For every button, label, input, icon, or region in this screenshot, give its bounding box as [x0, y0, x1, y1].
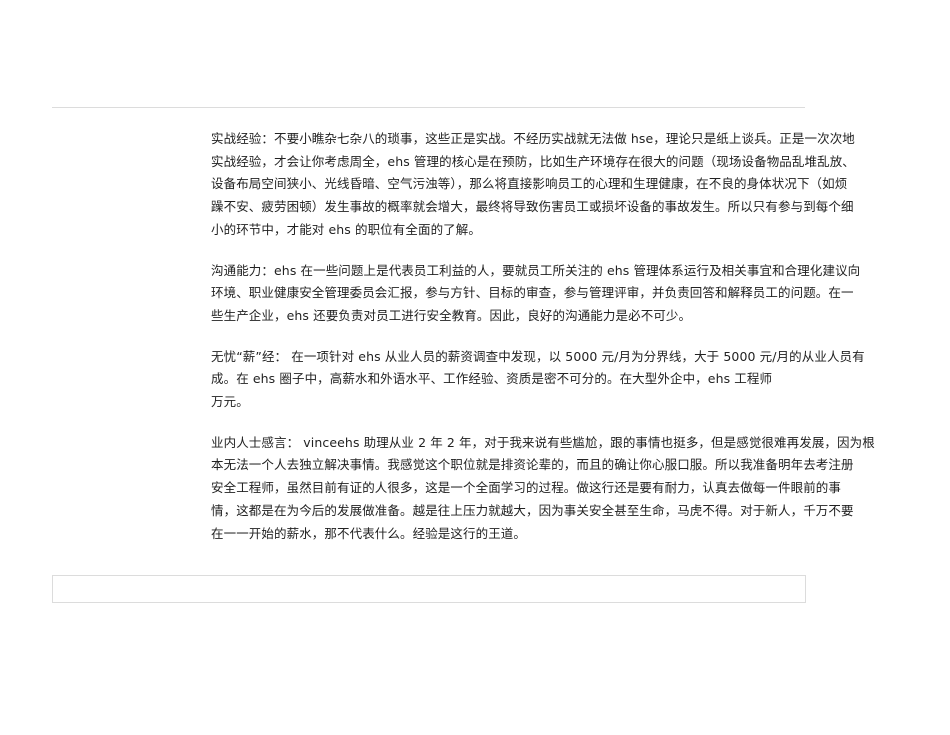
article-body: 实战经验：不要小瞧杂七杂八的琐事，这些正是实战。不经历实战就无法做 hse，理论…	[211, 128, 875, 563]
paragraph-line: 些生产企业，ehs 还要负责对员工进行安全教育。因此，良好的沟通能力是必不可少。	[211, 307, 692, 323]
paragraph-line: 小的环节中，才能对 ehs 的职位有全面的了解。	[211, 221, 481, 237]
paragraph-line: 安全工程师，虽然目前有证的人很多，这是一个全面学习的过程。做这行还是要有耐力，认…	[211, 480, 842, 496]
paragraph-line: 沟通能力：ehs 在一些问题上是代表员工利益的人，要就员工所关注的 ehs 管理…	[211, 262, 861, 278]
paragraph-line: 万元。	[211, 394, 249, 410]
paragraph-line: 躁不安、疲劳困顿）发生事故的概率就会增大，最终将导致伤害员工或损坏设备的事故发生…	[211, 199, 854, 215]
paragraph-insider-comment: 业内人士感言： vinceehs 助理从业 2 年 2 年，对于我来说有些尴尬，…	[211, 432, 875, 546]
paragraph-salary-insight: 无忧“薪”经： 在一项针对 ehs 从业人员的薪资调查中发现，以 5000 元/…	[211, 346, 865, 414]
paragraph-line: 成。在 ehs 圈子中，高薪水和外语水平、工作经验、资质是密不可分的。在大型外企…	[211, 371, 773, 387]
paragraph-communication-skills: 沟通能力：ehs 在一些问题上是代表员工利益的人，要就员工所关注的 ehs 管理…	[211, 260, 861, 328]
paragraph-line: 本无法一个人去独立解决事情。我感觉这个职位就是排资论辈的，而且的确让你心服口服。…	[211, 457, 854, 473]
paragraph-line: 情，这都是在为今后的发展做准备。越是往上压力就越大，因为事关安全甚至生命，马虎不…	[211, 502, 854, 518]
paragraph-line: 无忧“薪”经： 在一项针对 ehs 从业人员的薪资调查中发现，以 5000 元/…	[211, 348, 865, 364]
paragraph-line: 设备布局空间狭小、光线昏暗、空气污浊等），那么将直接影响员工的心理和生理健康，在…	[211, 176, 848, 192]
paragraph-line: 环境、职业健康安全管理委员会汇报，参与方针、目标的审查，参与管理评审，并负责回答…	[211, 285, 854, 301]
paragraph-line: 在一一开始的薪水，那不代表什么。经验是这行的王道。	[211, 525, 527, 541]
top-divider	[52, 107, 805, 108]
paragraph-line: 业内人士感言： vinceehs 助理从业 2 年 2 年，对于我来说有些尴尬，…	[211, 434, 875, 450]
empty-bottom-panel	[52, 575, 806, 603]
paragraph-line: 实战经验，才会让你考虑周全，ehs 管理的核心是在预防，比如生产环境存在很大的问…	[211, 153, 855, 169]
paragraph-line: 实战经验：不要小瞧杂七杂八的琐事，这些正是实战。不经历实战就无法做 hse，理论…	[211, 131, 855, 146]
paragraph-practical-experience: 实战经验：不要小瞧杂七杂八的琐事，这些正是实战。不经历实战就无法做 hse，理论…	[211, 128, 856, 242]
